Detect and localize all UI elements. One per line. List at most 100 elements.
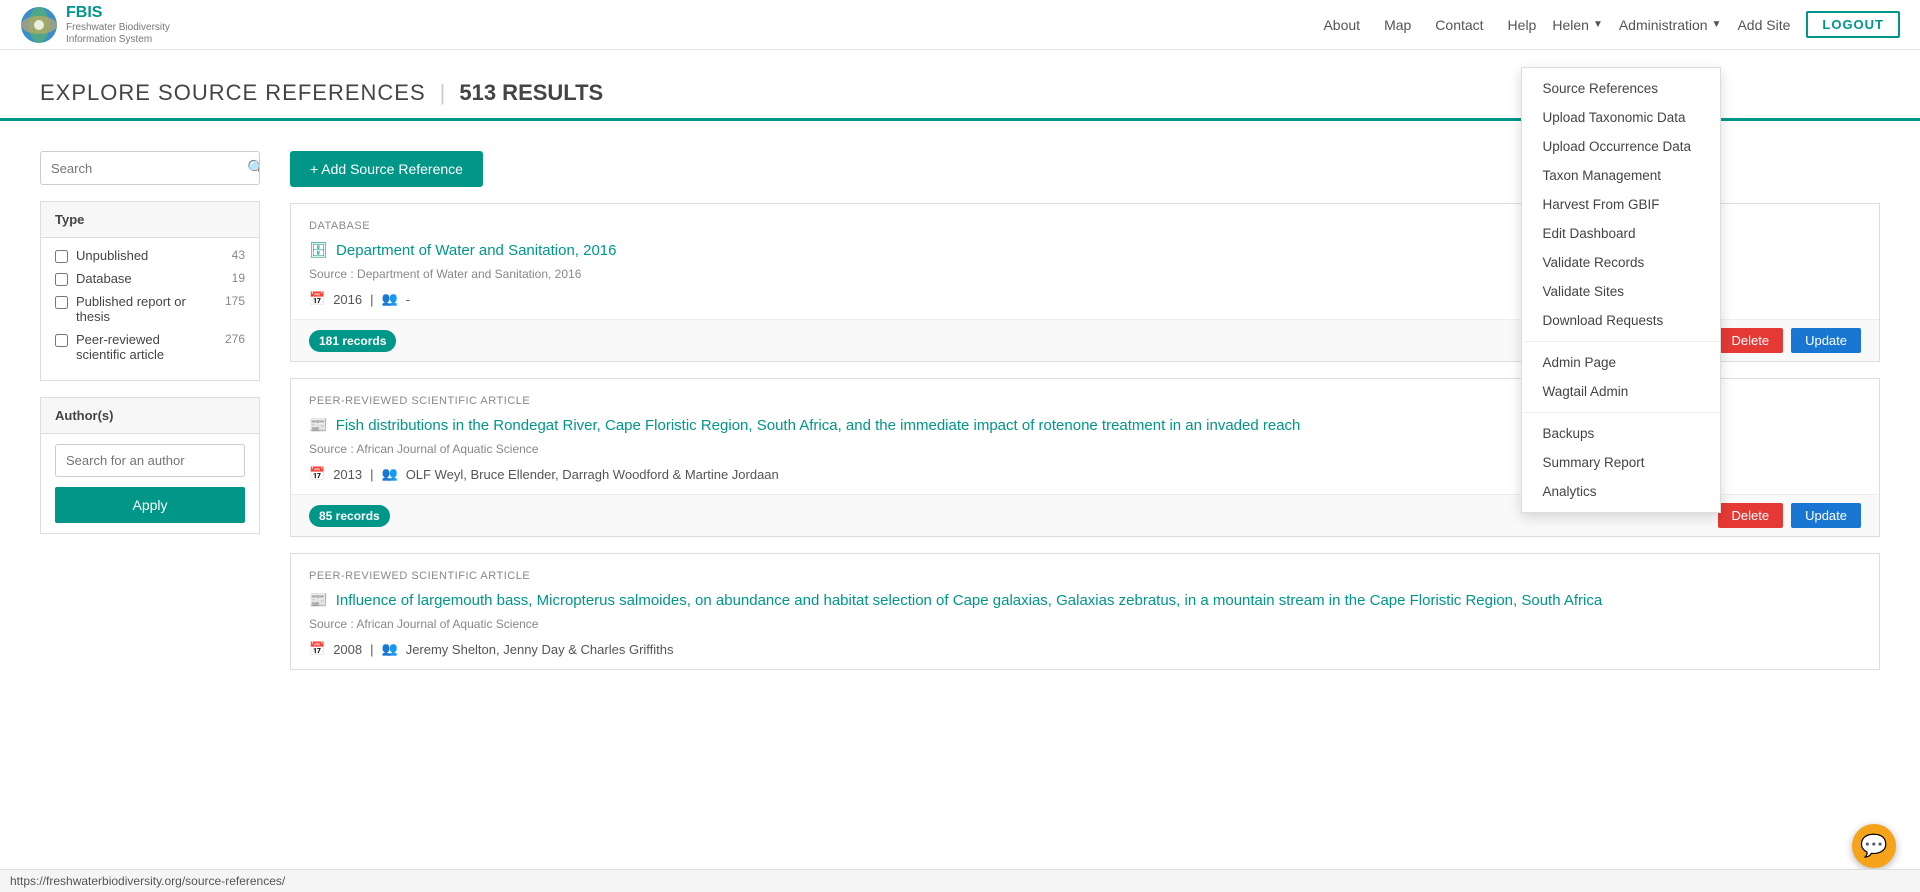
nav-map[interactable]: Map [1384,17,1411,33]
page-divider: | [440,80,446,106]
ref-year-1: 2013 [333,467,362,482]
filter-peer-reviewed: Peer-reviewed scientific article 276 [55,332,245,362]
filter-peer-reviewed-label: Peer-reviewed scientific article [76,332,213,362]
fbis-logo [20,6,58,44]
admin-dropdown-menu: Source References Upload Taxonomic Data … [1521,67,1721,513]
page-title: EXPLORE SOURCE REFERENCES [40,80,426,106]
authors-section-body: Apply [41,434,259,533]
meta-separator-0: | [370,292,373,307]
menu-backups[interactable]: Backups [1522,419,1720,448]
filter-database: Database 19 [55,271,245,286]
ref-source-2: Source : African Journal of Aquatic Scie… [309,617,1861,631]
filter-unpublished-label: Unpublished [76,248,220,263]
chevron-down-icon: ▼ [1593,19,1603,30]
ref-title-2[interactable]: 📰 Influence of largemouth bass, Micropte… [309,590,1861,611]
navbar: FBIS Freshwater BiodiversityInformation … [0,0,1920,50]
brand: FBIS Freshwater BiodiversityInformation … [20,4,170,46]
calendar-icon-2: 📅 [309,641,325,657]
article-icon-2: 📰 [309,590,328,611]
ref-meta-2: 📅 2008 | 👥 Jeremy Shelton, Jenny Day & C… [309,641,1861,657]
records-badge-0: 181 records [309,330,396,352]
author-search-input[interactable] [55,444,245,477]
menu-validate-records[interactable]: Validate Records [1522,248,1720,277]
authors-icon-0: 👥 [382,291,398,307]
database-icon-0: 🗄 [309,240,328,261]
filter-peer-reviewed-checkbox[interactable] [55,334,68,347]
ref-card-body-2: PEER-REVIEWED SCIENTIFIC ARTICLE 📰 Influ… [291,554,1879,669]
search-button[interactable]: 🔍 [237,152,260,184]
menu-divider-2 [1522,412,1720,413]
menu-download-requests[interactable]: Download Requests [1522,306,1720,335]
filter-unpublished-checkbox[interactable] [55,250,68,263]
admin-menu-button[interactable]: Administration ▼ [1619,17,1722,33]
nav-contact[interactable]: Contact [1435,17,1483,33]
authors-filter-section: Author(s) Apply [40,397,260,534]
nav-admin-dropdown[interactable]: Administration ▼ Source References Uploa… [1619,17,1722,33]
menu-upload-occurrence[interactable]: Upload Occurrence Data [1522,132,1720,161]
menu-source-references[interactable]: Source References [1522,74,1720,103]
authors-icon-2: 👥 [382,641,398,657]
admin-menu-label: Administration [1619,17,1708,33]
menu-edit-dashboard[interactable]: Edit Dashboard [1522,219,1720,248]
menu-divider-1 [1522,341,1720,342]
filter-unpublished-count: 43 [232,248,245,262]
menu-validate-sites[interactable]: Validate Sites [1522,277,1720,306]
search-input[interactable] [41,154,237,183]
status-bar: https://freshwaterbiodiversity.org/sourc… [0,869,1920,892]
chat-bubble[interactable]: 💬 [1852,824,1896,868]
meta-separator-2: | [370,642,373,657]
ref-authors-2: Jeremy Shelton, Jenny Day & Charles Grif… [406,642,674,657]
filter-peer-reviewed-count: 276 [225,332,245,346]
update-button-1[interactable]: Update [1791,503,1861,528]
menu-harvest-gbif[interactable]: Harvest From GBIF [1522,190,1720,219]
calendar-icon-0: 📅 [309,291,325,307]
ref-year-0: 2016 [333,292,362,307]
authors-icon-1: 👥 [382,466,398,482]
delete-button-0[interactable]: Delete [1718,328,1784,353]
menu-taxon-management[interactable]: Taxon Management [1522,161,1720,190]
apply-button[interactable]: Apply [55,487,245,523]
type-section-title: Type [41,202,259,238]
logout-button[interactable]: LOGOUT [1806,11,1900,38]
menu-upload-taxonomic[interactable]: Upload Taxonomic Data [1522,103,1720,132]
ref-title-text-2: Influence of largemouth bass, Micropteru… [336,590,1603,611]
menu-analytics[interactable]: Analytics [1522,477,1720,506]
authors-section-title: Author(s) [41,398,259,434]
page-results-count: 513 RESULTS [459,80,603,106]
filter-published-report-checkbox[interactable] [55,296,68,309]
article-icon-1: 📰 [309,415,328,436]
ref-title-text-1: Fish distributions in the Rondegat River… [336,415,1301,436]
nav-about[interactable]: About [1323,17,1360,33]
calendar-icon-1: 📅 [309,466,325,482]
filter-published-report-label: Published report or thesis [76,294,213,324]
delete-button-1[interactable]: Delete [1718,503,1784,528]
ref-actions-0: Delete Update [1718,328,1862,353]
menu-wagtail-admin[interactable]: Wagtail Admin [1522,377,1720,406]
ref-title-text-0: Department of Water and Sanitation, 2016 [336,240,616,261]
update-button-0[interactable]: Update [1791,328,1861,353]
menu-summary-report[interactable]: Summary Report [1522,448,1720,477]
filter-database-checkbox[interactable] [55,273,68,286]
nav-user-label: Helen [1552,17,1589,33]
ref-type-2: PEER-REVIEWED SCIENTIFIC ARTICLE [309,570,1861,582]
filter-published-report-count: 175 [225,294,245,308]
type-filter-section: Type Unpublished 43 Database 19 Publishe… [40,201,260,381]
filter-unpublished: Unpublished 43 [55,248,245,263]
menu-admin-page[interactable]: Admin Page [1522,348,1720,377]
filter-database-count: 19 [232,271,245,285]
filter-published-report: Published report or thesis 175 [55,294,245,324]
nav-add-site[interactable]: Add Site [1737,17,1790,33]
search-box: 🔍 [40,151,260,185]
sidebar: 🔍 Type Unpublished 43 Database 19 Publis… [40,151,260,686]
chevron-down-icon: ▼ [1712,19,1722,30]
ref-authors-0: - [406,292,410,307]
nav-user-dropdown[interactable]: Helen ▼ [1552,17,1603,33]
records-badge-1: 85 records [309,505,390,527]
filter-database-label: Database [76,271,220,286]
brand-name: FBIS [66,4,170,22]
type-section-body: Unpublished 43 Database 19 Published rep… [41,238,259,380]
add-source-reference-button[interactable]: + Add Source Reference [290,151,483,187]
nav-help[interactable]: Help [1508,17,1537,33]
status-url: https://freshwaterbiodiversity.org/sourc… [10,874,285,888]
ref-year-2: 2008 [333,642,362,657]
